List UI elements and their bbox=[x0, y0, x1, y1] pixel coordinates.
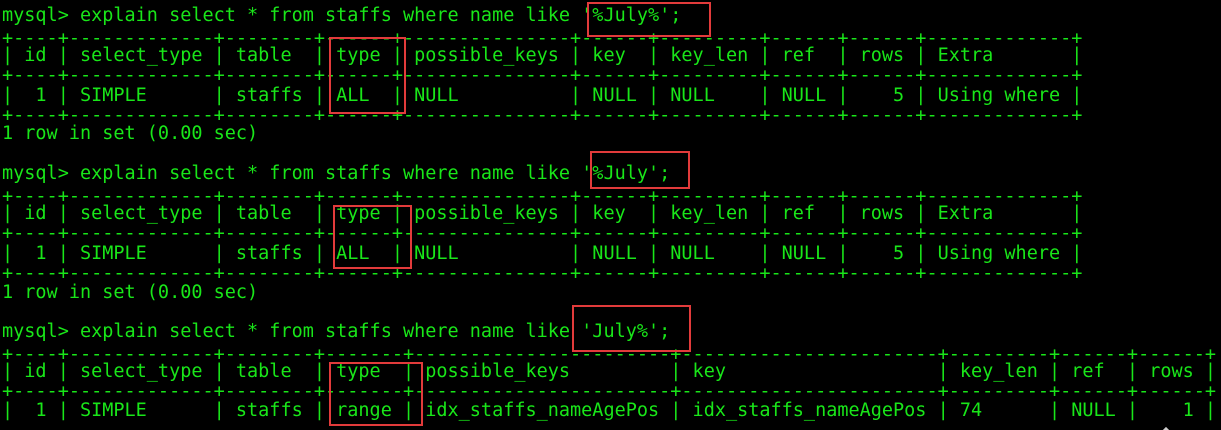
mysql-prompt: mysql> bbox=[2, 5, 69, 26]
table-border: +----+-------------+--------+-------+---… bbox=[2, 381, 1217, 402]
table-border: +----+-------------+--------+------+----… bbox=[2, 223, 1083, 244]
command-line: mysql> explain select * from staffs wher… bbox=[2, 164, 670, 184]
table-header: | id | select_type | table | type | poss… bbox=[2, 203, 1083, 224]
table-header: | id | select_type | table | type | poss… bbox=[2, 45, 1083, 66]
mysql-prompt: mysql> bbox=[2, 321, 69, 342]
table-border: +----+-------------+--------+------+----… bbox=[2, 65, 1083, 86]
table-row: | 1 | SIMPLE | staffs | ALL | NULL | NUL… bbox=[2, 85, 1083, 106]
mysql-prompt: mysql> bbox=[2, 163, 69, 184]
table-row: | 1 | SIMPLE | staffs | ALL | NULL | NUL… bbox=[2, 243, 1083, 264]
result-summary: 1 row in set (0.00 sec) bbox=[2, 123, 259, 144]
sql-command: explain select * from staffs where name … bbox=[68, 5, 682, 26]
table-border: +----+-------------+--------+------+----… bbox=[2, 263, 1083, 284]
sql-command: explain select * from staffs where name … bbox=[68, 321, 671, 342]
table-row: | 1 | SIMPLE | staffs | range | idx_staf… bbox=[2, 400, 1217, 421]
sql-command: explain select * from staffs where name … bbox=[68, 163, 671, 184]
table-header: | id | select_type | table | type | poss… bbox=[2, 361, 1217, 382]
command-line: mysql> explain select * from staffs wher… bbox=[2, 6, 681, 26]
command-line: mysql> explain select * from staffs wher… bbox=[2, 322, 670, 342]
terminal-window[interactable]: mysql> explain select * from staffs wher… bbox=[0, 0, 1221, 430]
result-summary: 1 row in set (0.00 sec) bbox=[2, 282, 259, 303]
